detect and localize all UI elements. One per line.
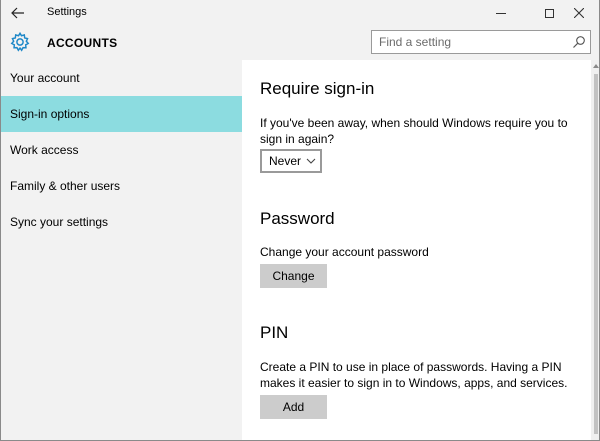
minimize-icon [496,12,506,14]
main-content: Require sign-in If you've been away, whe… [242,60,591,440]
require-signin-heading: Require sign-in [260,79,375,98]
search-box[interactable] [371,30,591,54]
scrollbar[interactable] [591,60,600,440]
password-description: Change your account password [260,245,429,259]
maximize-icon [544,8,554,18]
pin-heading: PIN [260,323,289,342]
settings-window: Settings ACCOUNTS Find a setting Your ac… [0,0,600,441]
search-input[interactable] [372,31,568,53]
close-button[interactable] [557,0,599,26]
scroll-thumb[interactable] [594,74,598,434]
change-password-button[interactable]: Change [260,264,327,288]
page-header: ACCOUNTS [1,26,599,60]
close-icon [574,8,584,18]
back-button[interactable] [1,0,35,26]
require-signin-dropdown[interactable]: Never [260,149,322,173]
require-signin-description: If you've been away, when should Windows… [260,116,568,146]
password-heading: Password [260,209,335,228]
dropdown-value: Never [269,154,302,168]
pin-description: Create a PIN to use in place of password… [260,360,568,390]
window-title: Settings [47,6,87,18]
chevron-down-icon [306,158,316,164]
page-title: ACCOUNTS [47,36,118,50]
sidebar-item-your-account[interactable]: Your account [1,60,242,96]
gear-icon [10,31,30,52]
scroll-up-icon[interactable] [592,62,600,70]
add-pin-button[interactable]: Add [260,395,327,419]
sidebar-item-family-other-users[interactable]: Family & other users [1,168,242,204]
minimize-button[interactable] [479,0,523,26]
sidebar-item-sync-settings[interactable]: Sync your settings [1,204,242,240]
sidebar-item-sign-in-options[interactable]: Sign-in options [1,96,242,132]
sidebar: Your account Sign-in options Work access… [1,60,242,440]
title-bar: Settings [1,0,599,26]
back-arrow-icon [11,7,24,19]
sidebar-item-work-access[interactable]: Work access [1,132,242,168]
search-icon[interactable] [572,35,586,49]
